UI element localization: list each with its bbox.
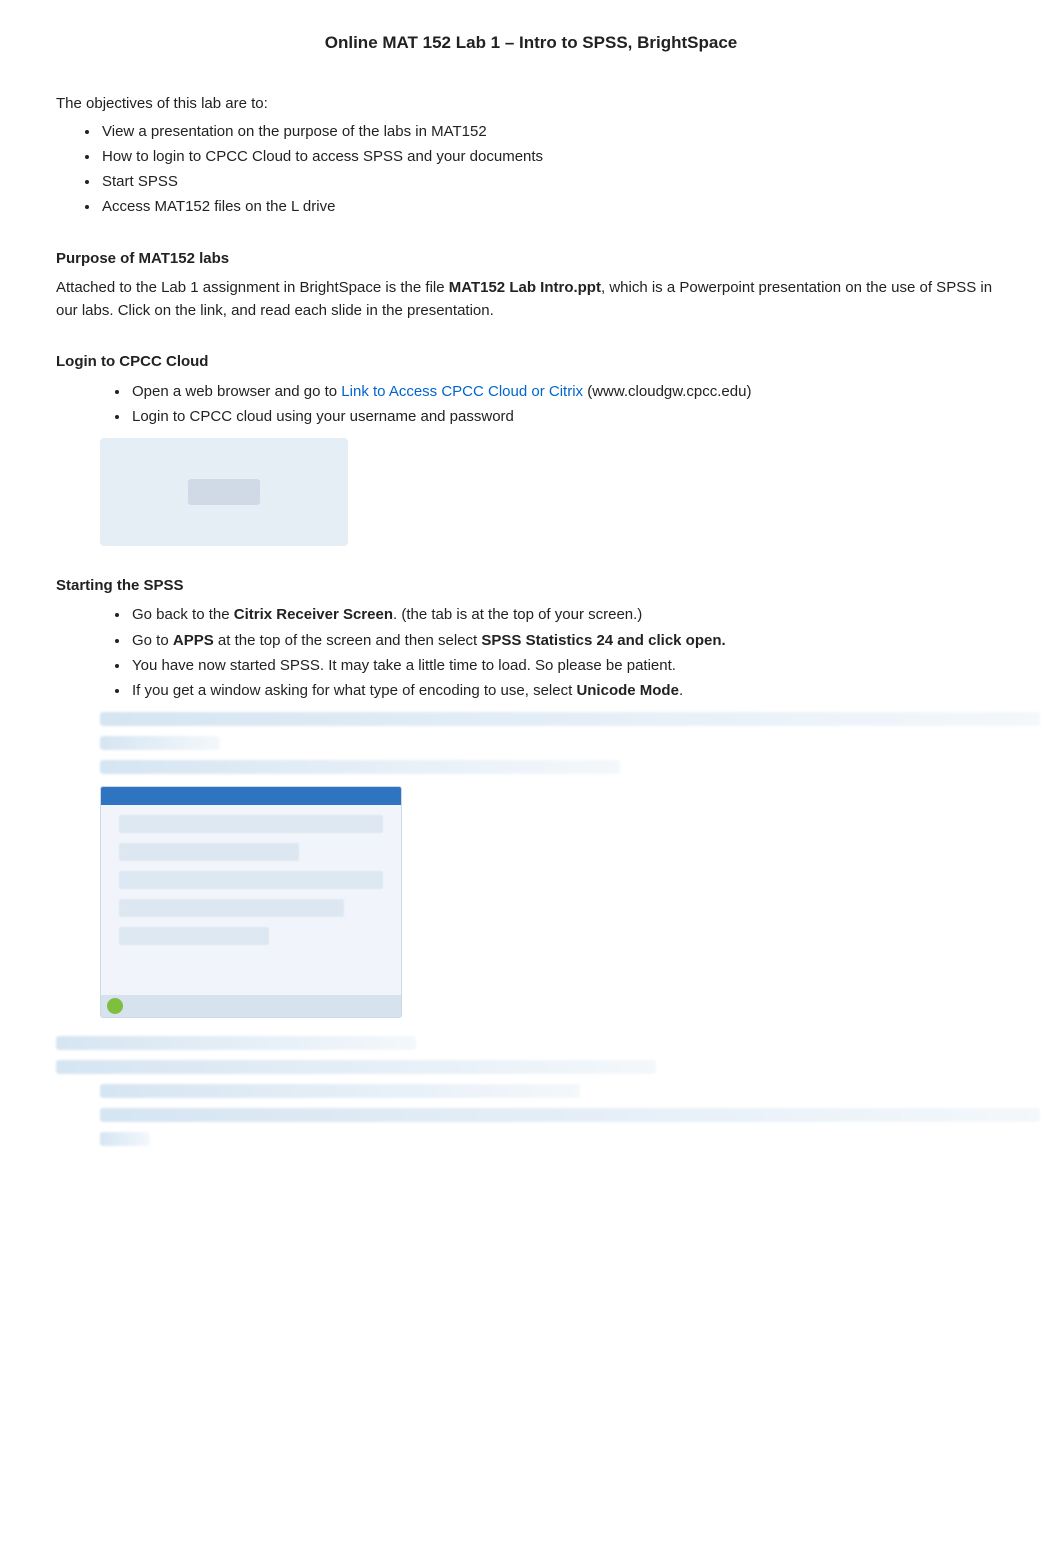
starting-item2-mid: at the top of the screen and then select	[214, 632, 482, 649]
objectives-list: View a presentation on the purpose of th…	[56, 120, 1006, 219]
obscured-text-line	[100, 712, 1040, 726]
starting-list: Go back to the Citrix Receiver Screen. (…	[56, 603, 1006, 702]
starting-item-encoding: If you get a window asking for what type…	[130, 679, 1006, 702]
starting-item-apps: Go to APPS at the top of the screen and …	[130, 629, 1006, 652]
starting-item1-bold: Citrix Receiver Screen	[234, 606, 393, 623]
objectives-intro: The objectives of this lab are to:	[56, 92, 1006, 115]
login-item-open-browser: Open a web browser and go to Link to Acc…	[130, 380, 1006, 403]
section-heading-starting: Starting the SPSS	[56, 574, 1006, 597]
purpose-text-pre: Attached to the Lab 1 assignment in Brig…	[56, 279, 449, 296]
starting-item-citrix-screen: Go back to the Citrix Receiver Screen. (…	[130, 603, 1006, 626]
starting-item4-pre: If you get a window asking for what type…	[132, 682, 576, 699]
obscured-text-line	[100, 760, 620, 774]
placeholder-titlebar	[101, 787, 401, 805]
login-item1-post: (www.cloudgw.cpcc.edu)	[583, 383, 751, 400]
placeholder-row	[119, 927, 269, 945]
login-item-credentials: Login to CPCC cloud using your username …	[130, 405, 1006, 428]
obscured-text-line	[56, 1060, 656, 1074]
login-list: Open a web browser and go to Link to Acc…	[56, 380, 1006, 429]
starting-item4-bold: Unicode Mode	[576, 682, 679, 699]
objectives-item: How to login to CPCC Cloud to access SPS…	[100, 145, 1006, 168]
starting-item-patience: You have now started SPSS. It may take a…	[130, 654, 1006, 677]
section-heading-login: Login to CPCC Cloud	[56, 350, 1006, 373]
login-button-placeholder	[188, 479, 260, 505]
objectives-item: Start SPSS	[100, 170, 1006, 193]
obscured-text-line	[100, 1084, 580, 1098]
purpose-filename: MAT152 Lab Intro.ppt	[449, 279, 601, 296]
obscured-bottom-block	[100, 1036, 1006, 1146]
obscured-text-line	[100, 1108, 1040, 1122]
starting-item4-post: .	[679, 682, 683, 699]
page-title: Online MAT 152 Lab 1 – Intro to SPSS, Br…	[56, 30, 1006, 56]
login-screenshot-placeholder	[100, 438, 348, 546]
starting-item2-pre: Go to	[132, 632, 173, 649]
starting-item2-bold2: SPSS Statistics 24 and click open.	[481, 632, 725, 649]
placeholder-row	[119, 843, 299, 861]
login-item1-pre: Open a web browser and go to	[132, 383, 341, 400]
starting-item2-bold1: APPS	[173, 632, 214, 649]
placeholder-row	[119, 899, 344, 917]
placeholder-taskbar	[101, 995, 401, 1017]
obscured-text-line	[100, 736, 220, 750]
placeholder-row	[119, 871, 383, 889]
obscured-text-line	[56, 1036, 416, 1050]
obscured-content-region	[100, 712, 1006, 1146]
purpose-paragraph: Attached to the Lab 1 assignment in Brig…	[56, 276, 1006, 323]
obscured-text-line	[100, 1132, 150, 1146]
document-page: Online MAT 152 Lab 1 – Intro to SPSS, Br…	[0, 0, 1062, 1556]
placeholder-row	[119, 815, 383, 833]
spss-window-screenshot-placeholder	[100, 786, 402, 1018]
objectives-item: Access MAT152 files on the L drive	[100, 195, 1006, 218]
section-heading-purpose: Purpose of MAT152 labs	[56, 247, 1006, 270]
cpcc-cloud-link[interactable]: Link to Access CPCC Cloud or Citrix	[341, 383, 583, 400]
objectives-item: View a presentation on the purpose of th…	[100, 120, 1006, 143]
starting-item1-pre: Go back to the	[132, 606, 234, 623]
starting-item1-post: . (the tab is at the top of your screen.…	[393, 606, 642, 623]
